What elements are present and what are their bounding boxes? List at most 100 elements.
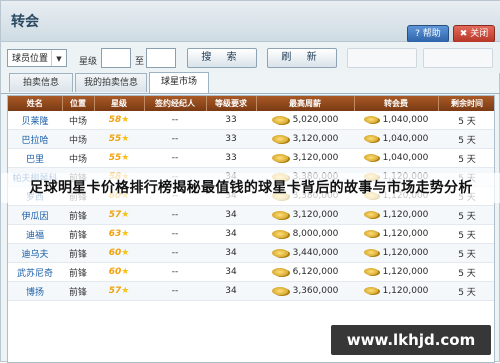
transfer-fee: 1,120,000	[354, 243, 438, 263]
level-requirement: 34	[206, 224, 256, 244]
col-header-level[interactable]: 星级	[94, 96, 145, 111]
coin-icon	[363, 211, 378, 218]
max-wage: 5,020,000	[256, 111, 354, 130]
help-button[interactable]: ? 帮助	[407, 25, 449, 43]
coin-icon	[363, 230, 378, 237]
level-value: 55	[108, 153, 122, 163]
table-row[interactable]: 迪福 前锋 63★ -- 34 8,000,000 1,120,000 5 天	[8, 224, 494, 244]
time-remaining: 5 天	[438, 281, 494, 301]
player-level: 57★	[94, 205, 144, 225]
player-name[interactable]: 迪福	[8, 224, 62, 244]
table-row[interactable]: 巴拉哈 中场 55★ -- 33 3,120,000 1,040,000 5 天	[8, 129, 494, 149]
player-position: 中场	[62, 129, 94, 149]
agent-cell: --	[144, 148, 206, 168]
player-position: 前锋	[62, 243, 94, 263]
table-row[interactable]: 巴里 中场 55★ -- 33 3,120,000 1,040,000 5 天	[8, 148, 494, 168]
level-min-input[interactable]	[101, 48, 131, 68]
col-header-time-left[interactable]: 剩余时间	[438, 96, 494, 111]
star-icon: ★	[121, 248, 130, 258]
fee-value: 1,120,000	[382, 286, 429, 296]
fee-value: 1,120,000	[382, 229, 429, 239]
coin-icon	[363, 287, 378, 294]
agent-cell: --	[144, 129, 206, 149]
refresh-button[interactable]: 刷 新	[267, 48, 337, 68]
transfer-fee: 1,120,000	[354, 281, 438, 301]
coin-icon	[271, 267, 288, 276]
level-value: 58	[108, 115, 122, 125]
table-row[interactable]: 迪乌夫 前锋 60★ -- 34 3,440,000 1,120,000 5 天	[8, 243, 494, 263]
coin-icon	[271, 286, 288, 295]
level-requirement: 33	[206, 129, 256, 149]
table-row[interactable]: 博扬 前锋 57★ -- 34 3,360,000 1,120,000 5 天	[8, 281, 494, 301]
level-value: 55	[108, 134, 122, 144]
col-header-name[interactable]: 姓名	[8, 96, 63, 111]
level-requirement: 34	[206, 205, 256, 225]
fee-value: 1,040,000	[382, 153, 429, 163]
transfer-fee: 1,040,000	[354, 148, 438, 168]
player-position: 前锋	[62, 262, 94, 282]
position-filter-select[interactable]: 球员位置 ▼	[7, 49, 67, 67]
col-header-level-req[interactable]: 等级要求	[206, 96, 257, 111]
col-header-agent[interactable]: 签约经纪人	[144, 96, 207, 111]
star-icon: ★	[121, 153, 130, 163]
player-name[interactable]: 巴拉哈	[8, 129, 62, 149]
table-header-row: 姓名 位置 星级 签约经纪人 等级要求 最高周薪 转会费 剩余时间	[8, 96, 494, 111]
max-wage: 3,120,000	[256, 205, 354, 225]
col-header-fee[interactable]: 转会费	[354, 96, 439, 111]
player-name[interactable]: 巴里	[8, 148, 62, 168]
search-button[interactable]: 搜 索	[187, 48, 257, 68]
transfer-fee: 1,120,000	[354, 205, 438, 225]
level-value: 57	[108, 286, 122, 296]
table-row[interactable]: 伊瓜因 前锋 57★ -- 34 3,120,000 1,120,000 5 天	[8, 205, 494, 225]
player-level: 55★	[94, 129, 144, 149]
coin-icon	[363, 268, 378, 275]
transfer-fee: 1,120,000	[354, 224, 438, 244]
tab-star-market[interactable]: 球星市场	[149, 72, 209, 93]
max-wage: 3,120,000	[256, 148, 354, 168]
level-requirement: 34	[206, 243, 256, 263]
level-value: 60	[108, 248, 122, 258]
player-level: 55★	[94, 148, 144, 168]
col-header-max-wage[interactable]: 最高周薪	[256, 96, 355, 111]
agent-cell: --	[144, 243, 206, 263]
time-remaining: 5 天	[438, 262, 494, 282]
tab-my-auction-info[interactable]: 我的拍卖信息	[75, 73, 147, 92]
level-requirement: 33	[206, 148, 256, 168]
agent-cell: --	[144, 262, 206, 282]
player-name[interactable]: 伊瓜因	[8, 205, 62, 225]
coin-icon	[363, 154, 378, 161]
level-requirement: 34	[206, 281, 256, 301]
agent-cell: --	[144, 111, 206, 130]
chevron-down-icon[interactable]: ▼	[51, 50, 66, 66]
player-level: 60★	[94, 243, 144, 263]
player-name[interactable]: 武苏尼奇	[8, 262, 62, 282]
table-row[interactable]: 武苏尼奇 前锋 60★ -- 34 6,120,000 1,120,000 5 天	[8, 262, 494, 282]
wage-value: 8,000,000	[292, 229, 339, 239]
col-header-position[interactable]: 位置	[62, 96, 95, 111]
position-filter-value: 球员位置	[12, 54, 49, 64]
level-value: 60	[108, 267, 122, 277]
time-remaining: 5 天	[438, 205, 494, 225]
coin-icon	[271, 134, 288, 143]
tab-auction-info[interactable]: 拍卖信息	[9, 73, 73, 92]
time-remaining: 5 天	[438, 224, 494, 244]
coin-icon	[271, 210, 288, 219]
player-position: 中场	[62, 148, 94, 168]
player-table: 姓名 位置 星级 签约经纪人 等级要求 最高周薪 转会费 剩余时间 贝莱隆 中场 5…	[7, 95, 495, 363]
time-remaining: 5 天	[438, 129, 494, 149]
table-row[interactable]: 贝莱隆 中场 58★ -- 33 5,020,000 1,040,000 5 天	[8, 111, 494, 130]
fee-value: 1,040,000	[382, 115, 429, 125]
player-name[interactable]: 贝莱隆	[8, 111, 62, 130]
close-button[interactable]: ✖ 关闭	[453, 25, 495, 43]
wage-value: 3,120,000	[292, 210, 339, 220]
player-name[interactable]: 博扬	[8, 281, 62, 301]
player-position: 前锋	[62, 224, 94, 244]
transfer-fee: 1,040,000	[354, 129, 438, 149]
fee-value: 1,120,000	[382, 248, 429, 258]
empty-toolbar-slot	[423, 48, 493, 68]
transfer-window: 转会 ? 帮助 ✖ 关闭 球员位置 ▼ 星级 至 搜 索 刷 新 拍卖信息 我的…	[0, 0, 500, 363]
headline-banner: 足球明星卡价格排行榜揭秘最值钱的球星卡背后的故事与市场走势分析	[29, 180, 473, 196]
player-name[interactable]: 迪乌夫	[8, 243, 62, 263]
coin-icon	[363, 116, 378, 123]
level-max-input[interactable]	[146, 48, 176, 68]
